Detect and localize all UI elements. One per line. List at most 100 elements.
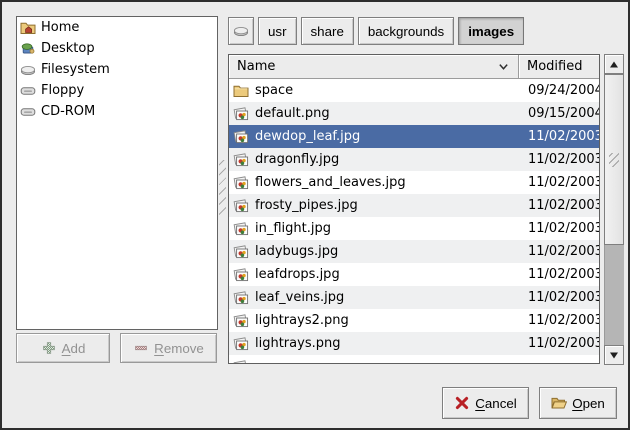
image-file-icon bbox=[233, 198, 249, 214]
sidebar-item-floppy[interactable]: Floppy bbox=[17, 80, 217, 101]
image-file-icon bbox=[233, 267, 249, 283]
cancel-button-label: Cancel bbox=[475, 396, 517, 411]
file-row-partial[interactable] bbox=[229, 355, 599, 364]
cancel-button[interactable]: Cancel bbox=[442, 387, 529, 419]
file-modified-date: 11/02/2003 bbox=[519, 267, 599, 282]
file-chooser-dialog: Home DesktopFilesystem Floppy CD-ROM Add Re… bbox=[0, 0, 630, 430]
disc-icon bbox=[20, 62, 36, 78]
add-shortcut-button[interactable]: Add bbox=[16, 333, 110, 363]
file-row-frosty_pipes.jpg[interactable]: frosty_pipes.jpg11/02/2003 bbox=[229, 194, 599, 217]
sidebar-item-filesystem[interactable]: Filesystem bbox=[17, 59, 217, 80]
sidebar-item-label: Home bbox=[41, 20, 79, 35]
file-name: lightrays2.png bbox=[249, 313, 519, 328]
remove-minus-icon bbox=[133, 340, 149, 356]
sidebar-item-cd-rom[interactable]: CD-ROM bbox=[17, 101, 217, 122]
file-modified-date: 09/24/2004 bbox=[519, 83, 599, 98]
column-header-name[interactable]: Name bbox=[229, 55, 519, 79]
sidebar-item-desktop[interactable]: Desktop bbox=[17, 38, 217, 59]
path-button-usr[interactable]: usr bbox=[258, 17, 297, 45]
scrollbar-thumb[interactable] bbox=[604, 74, 624, 245]
file-modified-date: 11/02/2003 bbox=[519, 313, 599, 328]
image-file-icon bbox=[233, 290, 249, 306]
image-file-icon bbox=[233, 244, 249, 260]
path-button-label: backgrounds bbox=[368, 24, 444, 39]
scroll-up-button[interactable] bbox=[604, 54, 624, 74]
file-list: Name Modified space09/24/2004default.png… bbox=[228, 54, 600, 364]
file-row-leafdrops.jpg[interactable]: leafdrops.jpg11/02/2003 bbox=[229, 263, 599, 286]
sidebar-item-label: Floppy bbox=[41, 83, 84, 98]
open-button-label: Open bbox=[572, 396, 605, 411]
file-name: frosty_pipes.jpg bbox=[249, 198, 519, 213]
column-header-modified[interactable]: Modified bbox=[519, 55, 599, 79]
file-modified-date: 09/15/2004 bbox=[519, 106, 599, 121]
sort-chevron-down-icon bbox=[497, 61, 510, 72]
path-button-label: share bbox=[311, 24, 344, 39]
file-name: leaf_veins.jpg bbox=[249, 290, 519, 305]
file-name: dragonfly.jpg bbox=[249, 152, 519, 167]
file-modified-date: 11/02/2003 bbox=[519, 221, 599, 236]
image-file-icon bbox=[233, 175, 249, 191]
file-name: default.png bbox=[249, 106, 519, 121]
folder-open-icon bbox=[551, 395, 567, 411]
file-row-lightrays.png[interactable]: lightrays.png11/02/2003 bbox=[229, 332, 599, 355]
drive-icon bbox=[20, 83, 36, 99]
file-name: space bbox=[249, 83, 519, 98]
file-name: dewdop_leaf.jpg bbox=[249, 129, 519, 144]
file-row-in_flight.jpg[interactable]: in_flight.jpg11/02/2003 bbox=[229, 217, 599, 240]
path-button-backgrounds[interactable]: backgrounds bbox=[358, 17, 454, 45]
shortcuts-pane[interactable]: Home DesktopFilesystem Floppy CD-ROM bbox=[16, 16, 218, 330]
image-file-icon bbox=[233, 129, 249, 145]
sidebar-item-home[interactable]: Home bbox=[17, 17, 217, 38]
drive-icon bbox=[20, 104, 36, 120]
file-modified-date: 11/02/2003 bbox=[519, 198, 599, 213]
file-row-lightrays2.png[interactable]: lightrays2.png11/02/2003 bbox=[229, 309, 599, 332]
file-row-dragonfly.jpg[interactable]: dragonfly.jpg11/02/2003 bbox=[229, 148, 599, 171]
file-name: in_flight.jpg bbox=[249, 221, 519, 236]
arrow-down-icon bbox=[609, 351, 619, 360]
add-button-label: Add bbox=[62, 341, 86, 356]
modified-column-label: Modified bbox=[527, 59, 582, 74]
file-modified-date: 11/02/2003 bbox=[519, 290, 599, 305]
path-button-share[interactable]: share bbox=[301, 17, 354, 45]
file-name: lightrays.png bbox=[249, 336, 519, 351]
image-file-icon bbox=[233, 359, 249, 365]
sidebar-item-label: CD-ROM bbox=[41, 104, 95, 119]
cancel-x-icon bbox=[454, 395, 470, 411]
scrollbar-grip bbox=[609, 153, 619, 167]
pane-splitter-handle[interactable] bbox=[219, 160, 226, 216]
file-row-leaf_veins.jpg[interactable]: leaf_veins.jpg11/02/2003 bbox=[229, 286, 599, 309]
image-file-icon bbox=[233, 336, 249, 352]
open-button[interactable]: Open bbox=[539, 387, 617, 419]
path-button-root[interactable] bbox=[228, 17, 254, 45]
name-column-label: Name bbox=[237, 59, 275, 74]
image-file-icon bbox=[233, 106, 249, 122]
file-row-default.png[interactable]: default.png09/15/2004 bbox=[229, 102, 599, 125]
breadcrumb: usr share backgrounds images bbox=[228, 17, 524, 45]
scroll-down-button[interactable] bbox=[604, 345, 624, 365]
file-row-flowers_and_leaves.jpg[interactable]: flowers_and_leaves.jpg11/02/2003 bbox=[229, 171, 599, 194]
image-file-icon bbox=[233, 313, 249, 329]
path-button-label: images bbox=[468, 24, 514, 39]
file-name: leafdrops.jpg bbox=[249, 267, 519, 282]
path-button-images[interactable]: images bbox=[458, 17, 524, 45]
file-name: flowers_and_leaves.jpg bbox=[249, 175, 519, 190]
arrow-up-icon bbox=[609, 60, 619, 69]
file-modified-date: 11/02/2003 bbox=[519, 152, 599, 167]
file-modified-date: 11/02/2003 bbox=[519, 129, 599, 144]
file-row-space[interactable]: space09/24/2004 bbox=[229, 79, 599, 102]
image-file-icon bbox=[233, 152, 249, 168]
file-modified-date: 11/02/2003 bbox=[519, 336, 599, 351]
desktop-icon bbox=[20, 41, 36, 57]
vertical-scrollbar bbox=[604, 54, 624, 365]
add-plus-icon bbox=[41, 340, 57, 356]
scrollbar-trough[interactable] bbox=[604, 245, 624, 345]
remove-shortcut-button[interactable]: Remove bbox=[120, 333, 217, 363]
file-rows: space09/24/2004default.png09/15/2004dewd… bbox=[229, 79, 599, 364]
folder-icon bbox=[233, 83, 249, 99]
image-file-icon bbox=[233, 221, 249, 237]
file-row-dewdop_leaf.jpg[interactable]: dewdop_leaf.jpg11/02/2003 bbox=[229, 125, 599, 148]
path-button-label: usr bbox=[268, 24, 287, 39]
file-modified-date: 11/02/2003 bbox=[519, 244, 599, 259]
file-row-ladybugs.jpg[interactable]: ladybugs.jpg11/02/2003 bbox=[229, 240, 599, 263]
file-name: ladybugs.jpg bbox=[249, 244, 519, 259]
